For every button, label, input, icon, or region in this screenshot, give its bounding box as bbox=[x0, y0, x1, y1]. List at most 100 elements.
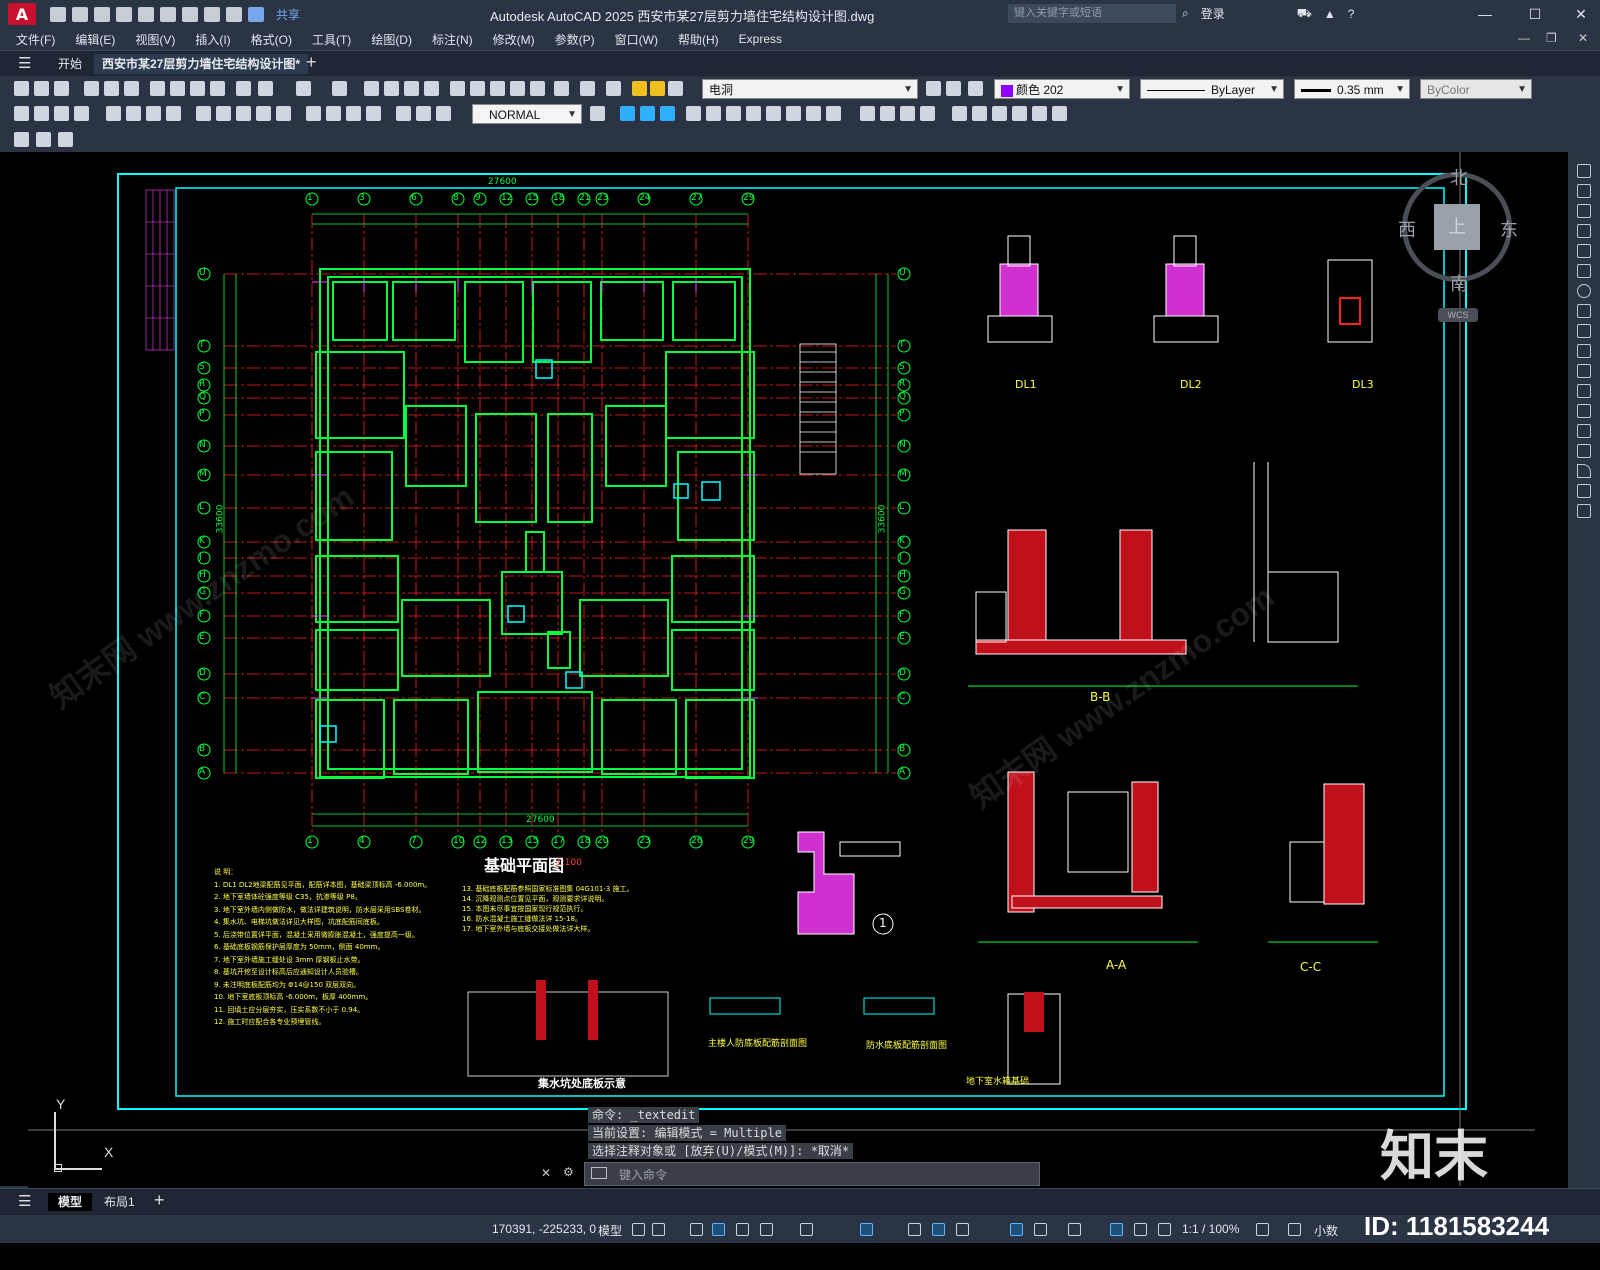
explode-icon[interactable] bbox=[1577, 504, 1591, 518]
dim-space-icon[interactable] bbox=[256, 106, 271, 121]
add-layout-icon[interactable]: + bbox=[154, 1190, 165, 1211]
hamburger-menu-icon[interactable]: ☰ bbox=[18, 54, 31, 72]
tab-document[interactable]: 西安市某27层剪力墙住宅结构设计图* bbox=[94, 54, 309, 74]
command-input[interactable]: 键入命令 bbox=[619, 1166, 667, 1183]
solid-box-icon[interactable] bbox=[620, 106, 635, 121]
annotation-scale-value[interactable]: 1:1 / 100% bbox=[1182, 1222, 1239, 1236]
quick-dim-icon[interactable] bbox=[196, 106, 211, 121]
share-button[interactable]: 共享 bbox=[276, 6, 300, 23]
zoom-previous-icon[interactable] bbox=[424, 81, 439, 96]
redo2-icon[interactable] bbox=[332, 81, 347, 96]
menu-help[interactable]: 帮助(H) bbox=[678, 31, 719, 48]
viewcube-south[interactable]: 南 bbox=[1450, 270, 1468, 296]
menu-draw[interactable]: 绘图(D) bbox=[371, 31, 412, 48]
copy-object-icon[interactable] bbox=[1577, 184, 1591, 198]
diameter-dim-icon[interactable] bbox=[146, 106, 161, 121]
help-icon[interactable]: ? bbox=[1348, 7, 1355, 21]
union-icon[interactable] bbox=[686, 106, 701, 121]
arc-length-icon[interactable] bbox=[54, 106, 69, 121]
save-icon[interactable] bbox=[54, 81, 69, 96]
properties-icon[interactable] bbox=[450, 81, 465, 96]
auto-scale-icon[interactable] bbox=[1134, 1223, 1147, 1236]
drawing-canvas[interactable]: 27600 27600 33600 33600 基础平面图 1:100 DL1 … bbox=[0, 152, 1568, 1186]
block-write-icon[interactable] bbox=[58, 132, 73, 147]
menu-dimension[interactable]: 标注(N) bbox=[432, 31, 473, 48]
units-value[interactable]: 小数 bbox=[1314, 1222, 1338, 1239]
workspace-icon[interactable] bbox=[1256, 1223, 1269, 1236]
publish-icon[interactable] bbox=[124, 81, 139, 96]
viewcube-west[interactable]: 西 bbox=[1398, 216, 1416, 242]
pan-icon[interactable] bbox=[364, 81, 379, 96]
array-icon[interactable] bbox=[1577, 244, 1591, 258]
tolerance-icon[interactable] bbox=[306, 106, 321, 121]
tab-start[interactable]: 开始 bbox=[50, 54, 90, 74]
undo-icon[interactable] bbox=[258, 81, 273, 96]
inspect-icon[interactable] bbox=[346, 106, 361, 121]
wcs-menu[interactable]: WCS bbox=[1438, 308, 1478, 322]
new-icon[interactable] bbox=[50, 6, 66, 22]
open-icon[interactable] bbox=[72, 6, 88, 22]
annotation-monitor-icon[interactable] bbox=[1288, 1223, 1301, 1236]
menu-format[interactable]: 格式(O) bbox=[251, 31, 292, 48]
redo-icon[interactable] bbox=[296, 81, 311, 96]
new-tab-icon[interactable]: + bbox=[306, 52, 317, 73]
undo-icon[interactable] bbox=[204, 6, 220, 22]
tab-model[interactable]: 模型 bbox=[48, 1193, 93, 1211]
tool-palettes-icon[interactable] bbox=[490, 81, 505, 96]
command-prompt-icon[interactable] bbox=[591, 1167, 607, 1179]
layer-properties-icon[interactable] bbox=[606, 81, 621, 96]
dim-text-edit-icon[interactable] bbox=[416, 106, 431, 121]
open-icon[interactable] bbox=[34, 81, 49, 96]
share-icon[interactable] bbox=[248, 6, 264, 22]
plot-preview-icon[interactable] bbox=[104, 81, 119, 96]
infer-constraints-icon[interactable] bbox=[690, 1223, 703, 1236]
trim-icon[interactable] bbox=[1577, 344, 1591, 358]
grid-icon[interactable] bbox=[632, 1223, 645, 1236]
move-icon[interactable] bbox=[1577, 264, 1591, 278]
revolve-icon[interactable] bbox=[766, 106, 781, 121]
continue-dim-icon[interactable] bbox=[236, 106, 251, 121]
annotation-scale-icon[interactable] bbox=[1158, 1223, 1171, 1236]
object-snap-icon[interactable] bbox=[860, 1223, 873, 1236]
lineweight-dropdown[interactable]: 0.35 mm ▼ bbox=[1294, 79, 1410, 99]
dim-break-icon[interactable] bbox=[276, 106, 291, 121]
save-icon[interactable] bbox=[94, 6, 110, 22]
selection-cycling-icon[interactable] bbox=[956, 1223, 969, 1236]
dynamic-input-icon[interactable] bbox=[712, 1223, 725, 1236]
block-insert-icon[interactable] bbox=[14, 132, 29, 147]
layout-menu-icon[interactable]: ☰ bbox=[18, 1192, 31, 1210]
menu-window[interactable]: 窗口(W) bbox=[615, 31, 658, 48]
customize-icon[interactable]: ⚙ bbox=[563, 1165, 574, 1179]
linear-dim-icon[interactable] bbox=[14, 106, 29, 121]
cut-icon[interactable] bbox=[150, 81, 165, 96]
ordinate-dim-icon[interactable] bbox=[74, 106, 89, 121]
dynamic-ucs-icon[interactable] bbox=[1034, 1223, 1047, 1236]
layer-on-icon[interactable] bbox=[632, 81, 647, 96]
rotate-icon[interactable] bbox=[1577, 284, 1591, 298]
join-icon[interactable] bbox=[1577, 424, 1591, 438]
mirror-icon[interactable] bbox=[1577, 204, 1591, 218]
section-icon[interactable] bbox=[806, 106, 821, 121]
snap-icon[interactable] bbox=[652, 1223, 665, 1236]
blend-icon[interactable] bbox=[1577, 484, 1591, 498]
layer-dropdown[interactable]: 电洞 ▼ bbox=[702, 79, 918, 99]
markup-icon[interactable] bbox=[530, 81, 545, 96]
stretch-icon[interactable] bbox=[1577, 324, 1591, 338]
jogged-linear-icon[interactable] bbox=[366, 106, 381, 121]
break-icon[interactable] bbox=[1577, 404, 1591, 418]
ucs-view-icon[interactable] bbox=[1052, 106, 1067, 121]
web-save-icon[interactable] bbox=[160, 6, 176, 22]
ucs-previous-icon[interactable] bbox=[992, 106, 1007, 121]
make-current-layer-icon[interactable] bbox=[926, 81, 941, 96]
offset-icon[interactable] bbox=[1577, 224, 1591, 238]
interfere-icon[interactable] bbox=[826, 106, 841, 121]
menu-view[interactable]: 视图(V) bbox=[135, 31, 175, 48]
jogged-dim-icon[interactable] bbox=[126, 106, 141, 121]
zoom-window-icon[interactable] bbox=[404, 81, 419, 96]
match-properties-icon[interactable] bbox=[210, 81, 225, 96]
doc-restore-icon[interactable]: ❐ bbox=[1546, 31, 1557, 45]
slice-icon[interactable] bbox=[786, 106, 801, 121]
login-button[interactable]: 登录 bbox=[1201, 5, 1225, 22]
cart-icon[interactable]: ⛟ bbox=[1297, 6, 1312, 22]
plot-icon[interactable] bbox=[84, 81, 99, 96]
